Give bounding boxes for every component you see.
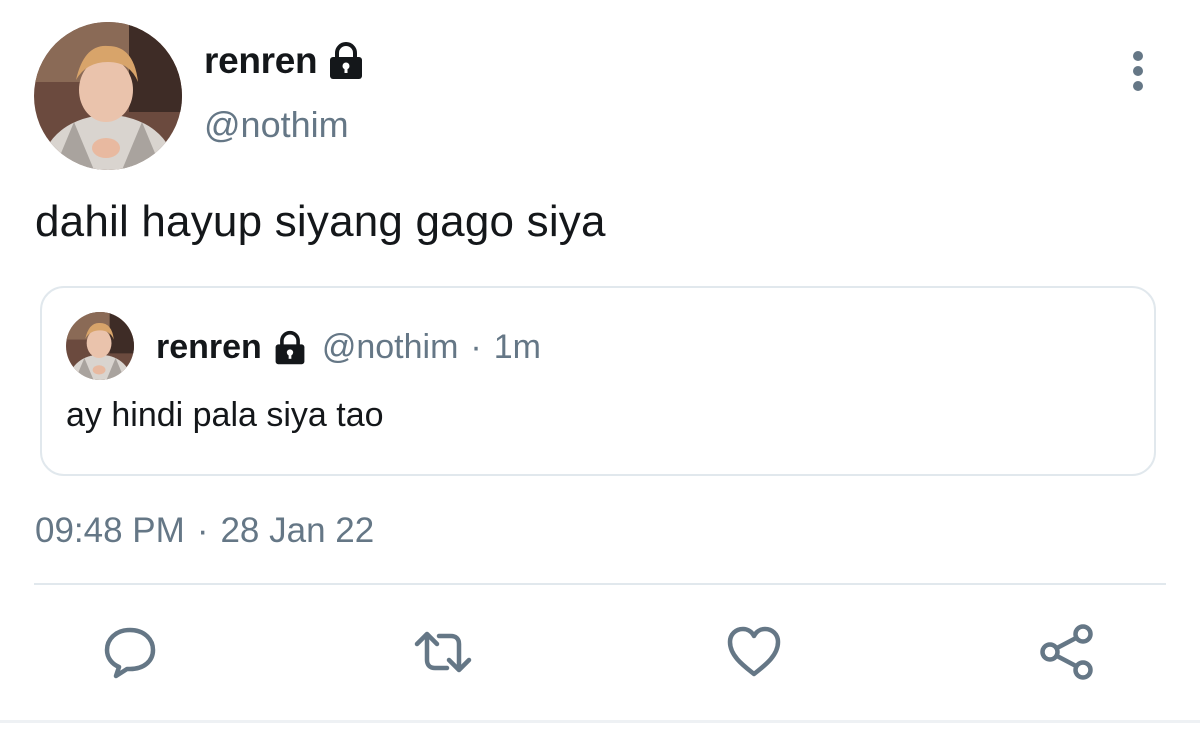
author-handle[interactable]: @nothim [204, 104, 349, 146]
retweet-icon[interactable] [411, 620, 475, 684]
quoted-handle[interactable]: @nothim [322, 328, 459, 367]
tweet: renren @nothim dahil hayup siyang gago s… [0, 0, 1200, 739]
heart-icon[interactable] [722, 620, 786, 684]
lock-icon [272, 330, 308, 366]
quoted-separator: · [470, 328, 482, 366]
more-vertical-icon[interactable] [1126, 50, 1150, 94]
reply-icon[interactable] [98, 620, 162, 684]
tweet-text: dahil hayup siyang gago siya [35, 197, 606, 246]
divider [34, 583, 1166, 585]
avatar[interactable] [34, 22, 182, 170]
quoted-time: 1m [493, 328, 541, 366]
quoted-text: ay hindi pala siya tao [66, 396, 384, 434]
quoted-tweet[interactable]: renren @nothim · 1m ay hindi pala siya t… [40, 286, 1156, 476]
quoted-avatar[interactable] [66, 312, 134, 380]
timestamp-date: 28 Jan 22 [220, 511, 375, 550]
bottom-border [0, 720, 1200, 723]
action-bar [0, 620, 1200, 690]
timestamp[interactable]: 09:48 PM · 28 Jan 22 [35, 511, 374, 551]
lock-icon [327, 41, 365, 81]
timestamp-separator: · [196, 511, 209, 550]
quoted-header: renren @nothim · 1m [156, 328, 541, 367]
display-name-text: renren [204, 40, 318, 81]
quoted-display-name[interactable]: renren [156, 328, 262, 367]
display-name[interactable]: renren [204, 40, 365, 82]
timestamp-time: 09:48 PM [35, 511, 185, 550]
share-icon[interactable] [1036, 620, 1100, 684]
